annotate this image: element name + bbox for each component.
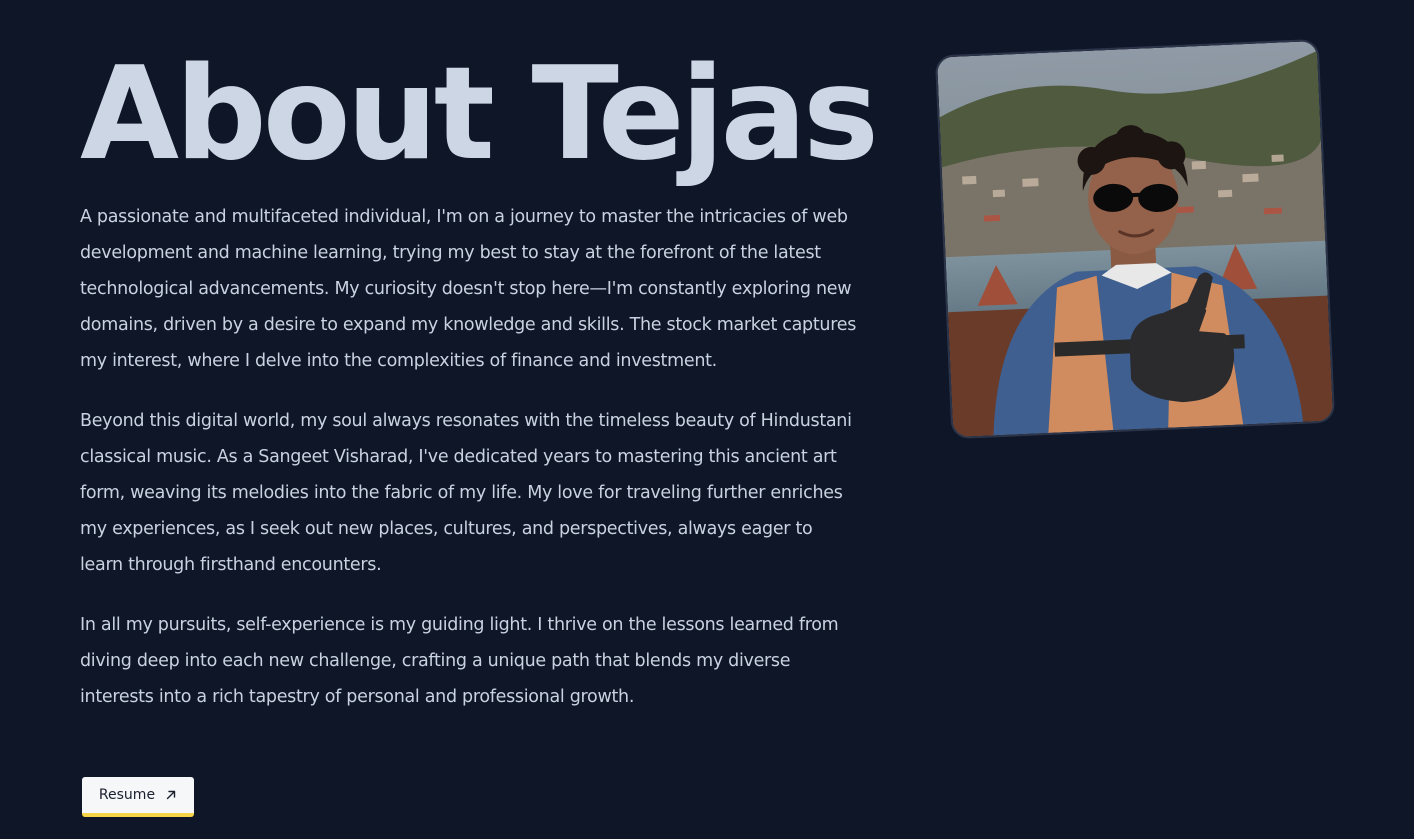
bio-paragraph-2: Beyond this digital world, my soul alway…: [80, 411, 852, 575]
arrow-up-right-icon: [165, 789, 177, 801]
resume-button[interactable]: Resume: [82, 777, 194, 817]
bio-paragraph-1: A passionate and multifaceted individual…: [80, 207, 857, 371]
bio-paragraph-3: In all my pursuits, self-experience is m…: [80, 615, 839, 707]
resume-button-label: Resume: [98, 787, 156, 803]
bio-text: A passionate and multifaceted individual…: [80, 199, 860, 739]
about-section: About Tejas A passionate and multifacete…: [0, 0, 1414, 839]
page-title: About Tejas: [80, 40, 879, 189]
profile-photo: [934, 38, 1336, 440]
profile-photo-image: [936, 40, 1334, 438]
